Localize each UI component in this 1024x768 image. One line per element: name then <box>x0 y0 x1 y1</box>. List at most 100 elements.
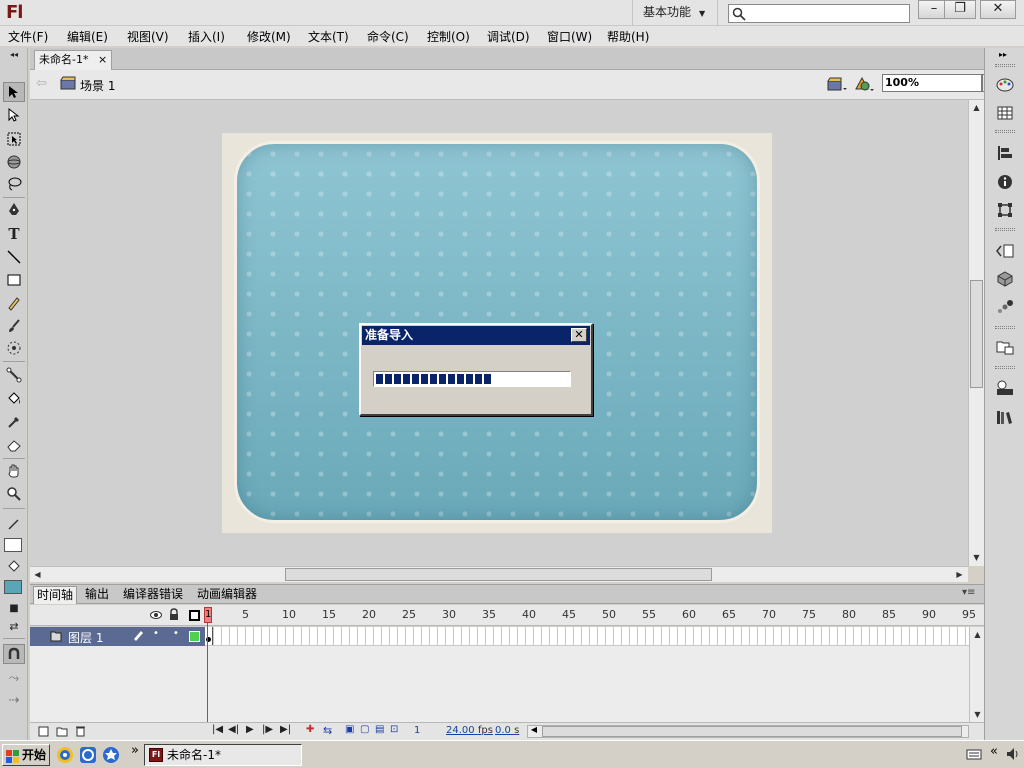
browser-quicklaunch-icon[interactable] <box>56 746 74 767</box>
layer-frames[interactable] <box>205 627 969 646</box>
frame-number[interactable]: 20 <box>362 608 376 621</box>
transform-panel-icon[interactable] <box>995 201 1015 219</box>
layer-name[interactable]: 图层 1 <box>68 629 103 646</box>
menu-debug[interactable]: 调试(D) <box>487 28 530 45</box>
scroll-down-icon[interactable]: ▼ <box>970 707 985 722</box>
project-panel-icon[interactable] <box>995 338 1015 356</box>
frame-number[interactable]: 65 <box>722 608 736 621</box>
onion-skin-icon[interactable]: ▣ <box>345 724 354 735</box>
new-folder-icon[interactable] <box>56 726 68 740</box>
rectangle-tool-icon[interactable] <box>3 270 25 290</box>
smooth-icon[interactable]: ⤳ <box>3 668 25 688</box>
taskbar-window-button[interactable]: Fl 未命名-1* <box>144 744 302 766</box>
scroll-down-icon[interactable]: ▼ <box>969 550 984 565</box>
frame-ruler[interactable]: 5 10 15 20 25 30 35 40 45 50 55 60 65 70 75 80 85 90 95 <box>205 605 976 626</box>
deco-tool-icon[interactable] <box>3 338 25 358</box>
frame-number[interactable]: 10 <box>282 608 296 621</box>
expand-panels-icon[interactable]: ▸▸ <box>999 50 1007 59</box>
eraser-tool-icon[interactable] <box>3 435 25 455</box>
close-tab-icon[interactable]: × <box>98 53 107 66</box>
library-panel-icon[interactable] <box>995 408 1015 426</box>
frame-number[interactable]: 35 <box>482 608 496 621</box>
stage-horizontal-scrollbar[interactable]: ◀ ▶ <box>30 566 968 582</box>
scene-label[interactable]: 场景 1 <box>80 77 115 94</box>
info-panel-icon[interactable] <box>995 173 1015 191</box>
stroke-color-swatch[interactable] <box>4 538 22 552</box>
panel-grip[interactable] <box>995 326 1015 329</box>
eyedropper-tool-icon[interactable] <box>3 412 25 432</box>
3d-rotation-tool-icon[interactable] <box>3 152 25 172</box>
current-frame-readout[interactable]: 1 <box>414 725 420 736</box>
search-input[interactable] <box>728 4 910 23</box>
menu-view[interactable]: 视图(V) <box>127 28 169 45</box>
onion-outline-icon[interactable]: ▢ <box>360 724 369 735</box>
edit-multiple-frames-icon[interactable]: ▤ <box>375 724 384 735</box>
menu-window[interactable]: 窗口(W) <box>547 28 592 45</box>
panel-grip[interactable] <box>995 130 1015 133</box>
components-panel-icon[interactable] <box>995 270 1015 288</box>
menu-commands[interactable]: 命令(C) <box>367 28 409 45</box>
pencil-tool-icon[interactable] <box>3 293 25 313</box>
dialog-close-button[interactable]: ✕ <box>571 328 587 342</box>
outline-icon[interactable] <box>189 610 200 621</box>
edit-symbols-icon[interactable] <box>854 75 876 96</box>
frame-number[interactable]: 15 <box>322 608 336 621</box>
close-button[interactable]: ✕ <box>980 0 1016 19</box>
lasso-tool-icon[interactable] <box>3 174 25 194</box>
scroll-up-icon[interactable]: ▲ <box>970 627 985 642</box>
bone-tool-icon[interactable] <box>3 365 25 385</box>
frame-number[interactable]: 70 <box>762 608 776 621</box>
swap-colors-icon[interactable]: ⇄ <box>3 616 25 636</box>
center-frame-icon[interactable]: ✚ <box>306 724 314 735</box>
menu-control[interactable]: 控制(O) <box>427 28 470 45</box>
quicklaunch-chevron[interactable]: » <box>131 743 139 758</box>
menu-insert[interactable]: 插入(I) <box>188 28 225 45</box>
last-frame-icon[interactable]: ▶| <box>280 724 291 735</box>
workspace-switcher[interactable]: 基本功能 ▼ <box>632 0 718 26</box>
align-panel-icon[interactable] <box>995 144 1015 162</box>
swatches-panel-icon[interactable] <box>995 104 1015 122</box>
frame-number[interactable]: 75 <box>802 608 816 621</box>
play-icon[interactable]: ▶ <box>246 724 254 735</box>
scroll-thumb[interactable] <box>285 568 712 581</box>
eye-icon[interactable] <box>150 609 162 623</box>
loop-icon[interactable]: ⇆ <box>323 724 332 737</box>
tray-chevron[interactable]: « <box>990 744 998 759</box>
edit-scene-icon[interactable] <box>827 76 847 95</box>
menu-modify[interactable]: 修改(M) <box>247 28 291 45</box>
modify-markers-icon[interactable]: ⊡ <box>390 724 398 735</box>
frame-number[interactable]: 80 <box>842 608 856 621</box>
subselection-tool-icon[interactable] <box>3 105 25 125</box>
visibility-dot-icon[interactable]: • <box>153 628 159 639</box>
frame-number[interactable]: 5 <box>242 608 249 621</box>
color-panel-icon[interactable] <box>995 76 1015 94</box>
keyboard-tray-icon[interactable] <box>966 747 982 764</box>
line-tool-icon[interactable] <box>3 247 25 267</box>
next-frame-icon[interactable]: |▶ <box>262 724 273 735</box>
hand-tool-icon[interactable] <box>3 461 25 481</box>
layer-row[interactable]: 图层 1 • • <box>30 627 205 646</box>
ie-quicklaunch-icon[interactable] <box>102 746 120 767</box>
selection-tool-icon[interactable] <box>3 82 25 102</box>
frame-number[interactable]: 90 <box>922 608 936 621</box>
scroll-up-icon[interactable]: ▲ <box>969 100 984 115</box>
zoom-input[interactable]: 100% <box>882 74 982 92</box>
menu-edit[interactable]: 编辑(E) <box>67 28 108 45</box>
frame-rate-readout[interactable]: 24.00 fps <box>446 725 493 736</box>
frame-number[interactable]: 60 <box>682 608 696 621</box>
straighten-icon[interactable]: ⇢ <box>3 690 25 710</box>
frame-number[interactable]: 50 <box>602 608 616 621</box>
black-white-icon[interactable]: ■ <box>3 598 25 618</box>
tab-output[interactable]: 输出 <box>82 586 112 604</box>
back-arrow-icon[interactable]: ⇦ <box>36 76 47 91</box>
frame-number[interactable]: 40 <box>522 608 536 621</box>
start-button[interactable]: 开始 <box>2 744 50 766</box>
menu-help[interactable]: 帮助(H) <box>607 28 649 45</box>
paint-bucket-tool-icon[interactable] <box>3 389 25 409</box>
scroll-left-icon[interactable]: ◀ <box>30 567 45 582</box>
scroll-left-icon[interactable]: ◀ <box>528 725 540 734</box>
free-transform-tool-icon[interactable] <box>3 129 25 149</box>
timeline-horizontal-scrollbar[interactable]: ◀ <box>527 725 969 738</box>
document-tab[interactable]: 未命名-1* × <box>34 50 112 70</box>
frame-number[interactable]: 25 <box>402 608 416 621</box>
